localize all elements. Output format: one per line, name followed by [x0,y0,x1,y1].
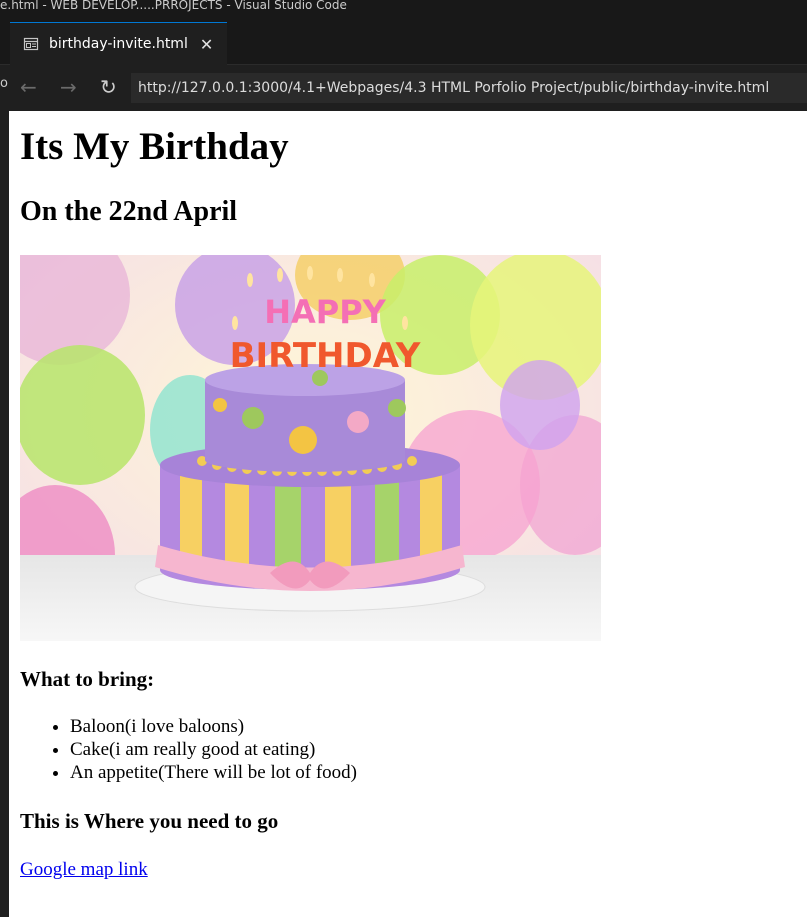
web-page: Its My Birthday On the 22nd April HAPPY … [9,111,807,917]
list-item: Baloon(i love baloons) [70,715,357,738]
page-subtitle-date: On the 22nd April [20,196,238,227]
close-icon[interactable]: ✕ [200,35,213,54]
google-map-link[interactable]: Google map link [20,858,148,882]
forward-arrow-icon[interactable]: → [60,75,77,99]
url-input[interactable] [131,73,807,103]
back-arrow-icon[interactable]: ← [20,75,37,99]
preview-icon [23,36,39,52]
window-title-bar: e.html - WEB DEVELOP.....PRROJECTS - Vis… [0,0,807,22]
bring-heading: What to bring: [20,667,155,691]
tab-birthday-invite[interactable]: birthday-invite.html ✕ [10,22,227,65]
reload-icon[interactable]: ↻ [100,75,117,99]
left-gutter [0,111,9,917]
birthday-cake-image: HAPPY BIRTHDAY [20,255,601,641]
list-item: Cake(i am really good at eating) [70,738,357,761]
clipped-sidebar-glyph: o [0,76,8,91]
cake-topper-happy: HAPPY [264,293,386,331]
where-heading: This is Where you need to go [20,809,279,833]
cake-topper-birthday: BIRTHDAY [230,336,421,376]
tab-label: birthday-invite.html [49,36,188,52]
editor-tab-bar: birthday-invite.html ✕ [0,22,807,65]
list-item: An appetite(There will be lot of food) [70,761,357,784]
browser-address-bar: o ← → ↻ [0,65,807,111]
bring-list: Baloon(i love baloons) Cake(i am really … [70,715,357,784]
window-title: e.html - WEB DEVELOP.....PRROJECTS - Vis… [0,0,347,12]
page-title: Its My Birthday [20,125,289,168]
